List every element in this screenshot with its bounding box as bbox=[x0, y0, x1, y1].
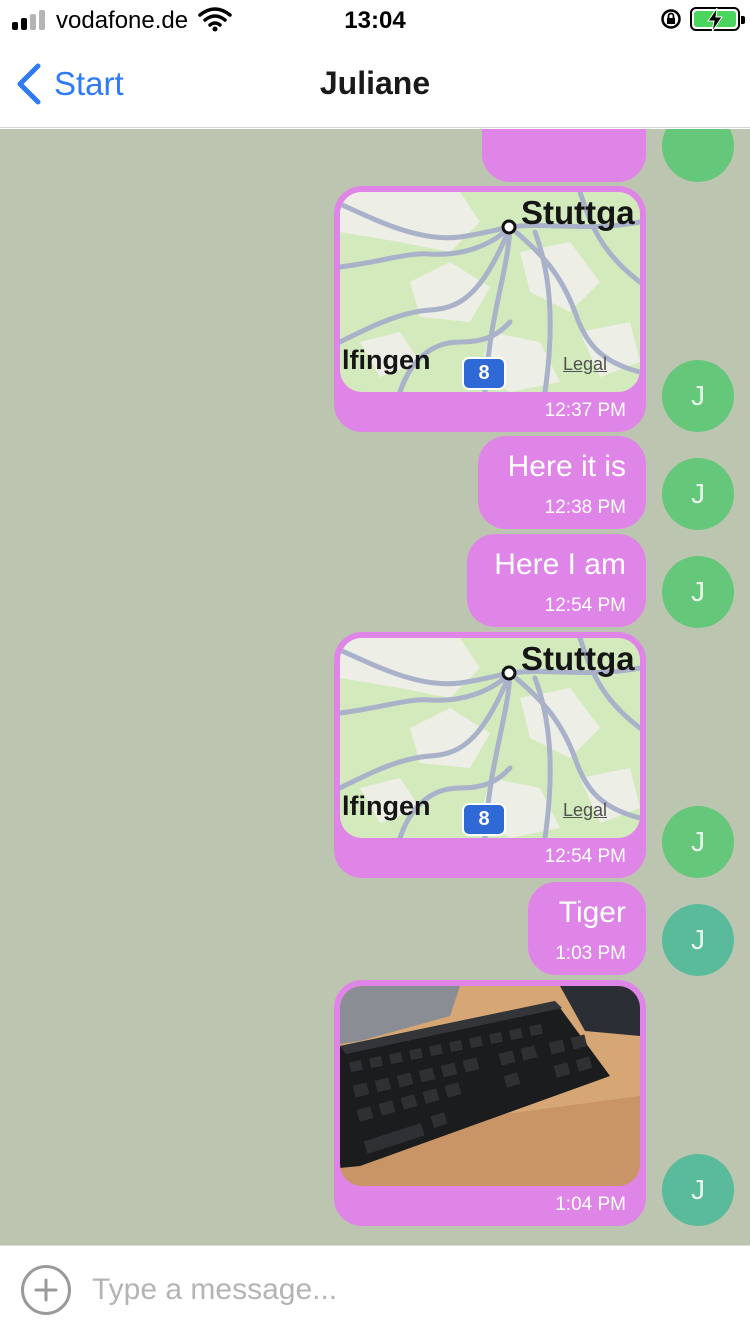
keyboard-photo-thumbnail[interactable] bbox=[340, 986, 640, 1186]
map-place-label: lfingen bbox=[342, 791, 431, 821]
message-composer bbox=[0, 1245, 750, 1334]
avatar[interactable]: J bbox=[662, 556, 734, 628]
map-legal-link[interactable]: Legal bbox=[563, 800, 607, 821]
message-bubble-partial[interactable] bbox=[482, 129, 646, 182]
rotation-lock-icon bbox=[661, 9, 681, 29]
battery-charging-icon bbox=[690, 7, 745, 32]
text-message-bubble[interactable]: Here I am 12:54 PM bbox=[467, 534, 646, 627]
avatar[interactable]: J bbox=[662, 904, 734, 976]
message-timestamp: 12:54 PM bbox=[544, 595, 626, 616]
avatar[interactable]: J bbox=[662, 458, 734, 530]
message-timestamp: 1:03 PM bbox=[555, 943, 626, 964]
map-city-label: Stuttga bbox=[521, 194, 635, 231]
text-message-bubble[interactable]: Tiger 1:03 PM bbox=[528, 882, 646, 975]
location-message-bubble[interactable]: Stuttga lfingen 8 Legal 12:54 PM bbox=[334, 632, 646, 878]
avatar[interactable]: J bbox=[662, 1154, 734, 1226]
message-timestamp: 12:54 PM bbox=[544, 846, 626, 867]
message-timestamp: 12:38 PM bbox=[544, 497, 626, 518]
avatar-partial[interactable] bbox=[662, 129, 734, 182]
message-text: Here it is bbox=[507, 450, 626, 483]
map-legal-link[interactable]: Legal bbox=[563, 354, 607, 375]
route-shield-icon: 8 bbox=[462, 803, 506, 836]
status-bar: vodafone.de 13:04 bbox=[0, 0, 750, 40]
map-thumbnail[interactable]: Stuttga lfingen 8 Legal bbox=[340, 638, 640, 838]
map-city-label: Stuttga bbox=[521, 640, 635, 677]
message-timestamp: 12:37 PM bbox=[544, 400, 626, 421]
location-message-bubble[interactable]: Stuttga lfingen 8 Legal 12:37 PM bbox=[334, 186, 646, 432]
conversation-title: Juliane bbox=[319, 65, 431, 101]
photo-message-bubble[interactable]: 1:04 PM bbox=[334, 980, 646, 1226]
message-timestamp: 1:04 PM bbox=[555, 1194, 626, 1215]
text-message-bubble[interactable]: Here it is 12:38 PM bbox=[478, 436, 646, 529]
chat-message-list[interactable]: Stuttga lfingen 8 Legal 12:37 PM J Here … bbox=[0, 129, 750, 1245]
route-shield-icon: 8 bbox=[462, 357, 506, 390]
navigation-bar: Start Juliane bbox=[0, 40, 750, 128]
map-thumbnail[interactable]: Stuttga lfingen 8 Legal bbox=[340, 192, 640, 392]
map-place-label: lfingen bbox=[342, 345, 431, 375]
avatar[interactable]: J bbox=[662, 360, 734, 432]
status-time: 13:04 bbox=[344, 7, 406, 34]
message-text: Tiger bbox=[558, 896, 626, 929]
add-attachment-button[interactable] bbox=[20, 1264, 72, 1316]
message-input[interactable] bbox=[92, 1262, 732, 1318]
message-text: Here I am bbox=[494, 548, 626, 581]
avatar[interactable]: J bbox=[662, 806, 734, 878]
